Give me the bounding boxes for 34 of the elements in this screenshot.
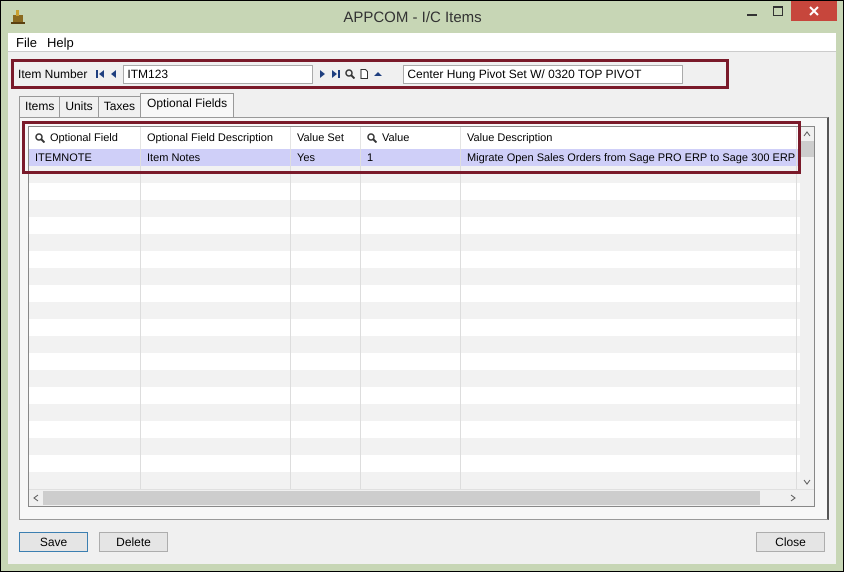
search-icon[interactable] [345, 69, 356, 79]
menu-item[interactable]: File [11, 34, 42, 50]
action-button[interactable]: Save [19, 532, 88, 552]
collapse-icon[interactable] [373, 69, 384, 79]
document-icon[interactable] [359, 69, 370, 79]
maximize-icon [772, 6, 783, 16]
field-label: Item Number [18, 67, 88, 81]
scrollbar-thumb[interactable] [800, 141, 814, 157]
vertical-scrollbar[interactable] [800, 127, 814, 489]
action-button[interactable]: Delete [99, 532, 168, 552]
action-button[interactable]: Close [756, 532, 825, 552]
scrollbar-thumb[interactable] [43, 491, 760, 505]
table-cell: 1 [367, 152, 374, 164]
table-cell: Migrate Open Sales Orders from Sage PRO ERP to Sage 300 ERP [467, 152, 796, 164]
last-icon[interactable] [331, 69, 342, 79]
table-row[interactable]: ITEMNOTE Item Notes Yes 1 Migrate Open Sales Orders from Sage PRO ERP to Sage 300 ERP [29, 149, 800, 166]
next-icon[interactable] [317, 69, 328, 79]
window-title: APPCOM - I/C Items [342, 8, 482, 26]
search-icon[interactable] [367, 133, 377, 143]
search-icon[interactable] [35, 133, 45, 143]
table-cell: Item Notes [147, 152, 200, 164]
menu-item[interactable]: Help [42, 34, 79, 50]
description-field[interactable]: Center Hung Pivot Set W/ 0320 TOP PIVOT [403, 64, 684, 84]
tab[interactable]: Items [19, 96, 60, 117]
minimize-icon [746, 14, 757, 16]
item-number-field[interactable]: ITM123 [123, 64, 314, 84]
first-icon[interactable] [95, 69, 106, 79]
table-cell: ITEMNOTE [35, 152, 92, 164]
tab[interactable]: Optional Fields [140, 93, 234, 117]
table-cell: Yes [297, 152, 315, 164]
close-button[interactable] [790, 1, 837, 21]
horizontal-scrollbar[interactable] [29, 489, 814, 506]
app-icon [10, 9, 26, 25]
close-icon [808, 6, 819, 16]
